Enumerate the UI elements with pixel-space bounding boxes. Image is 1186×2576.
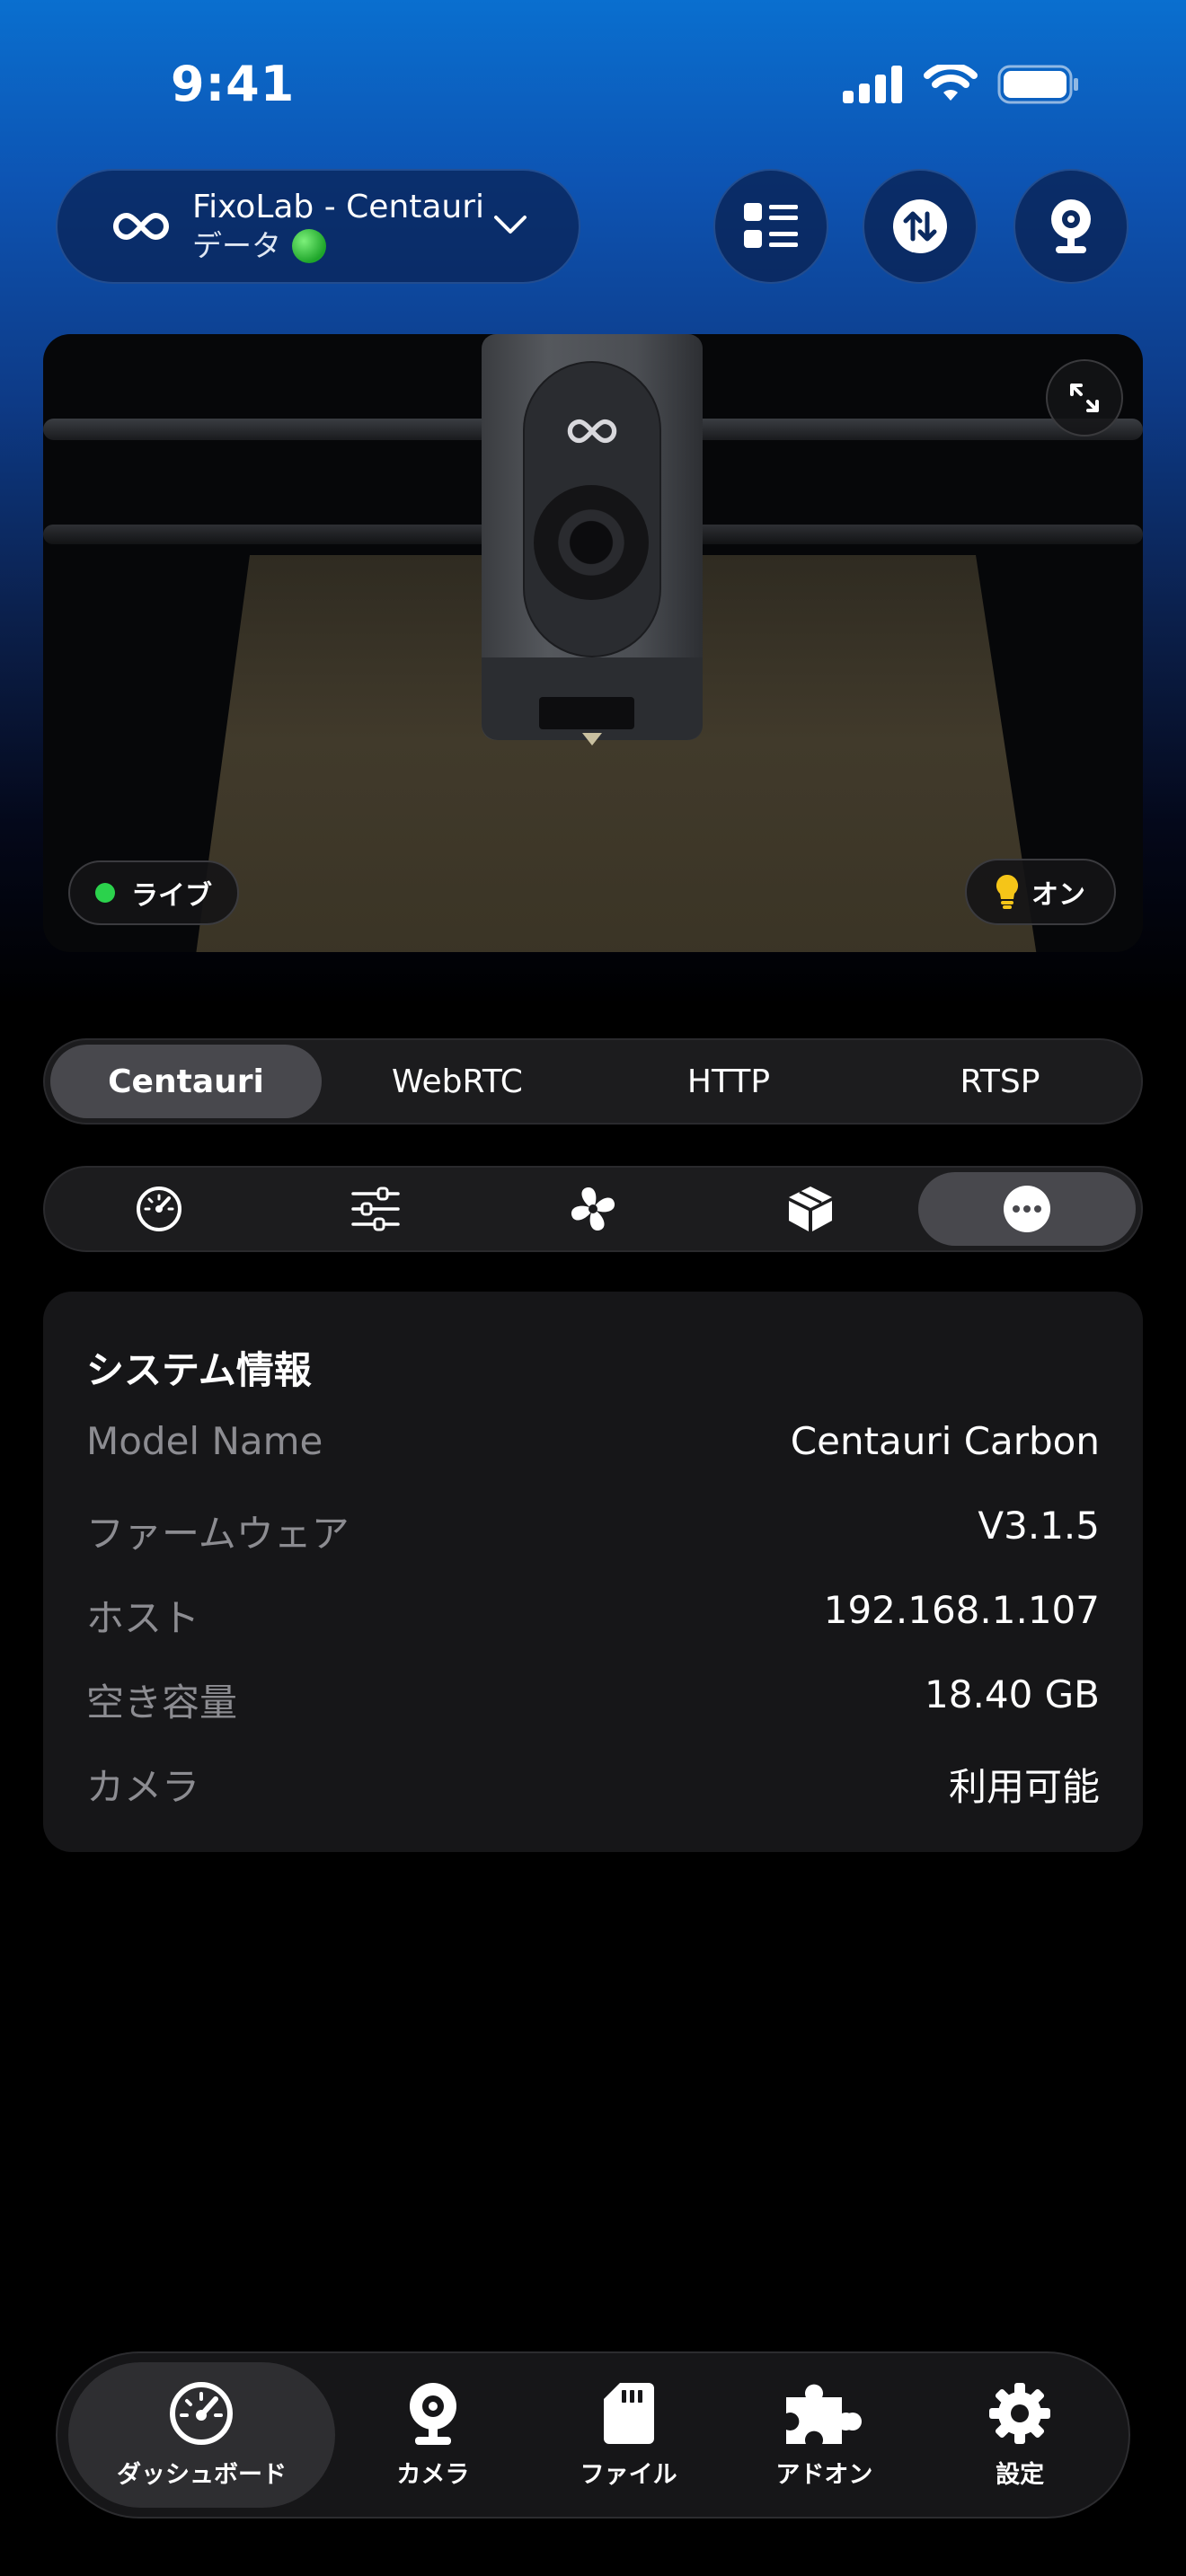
printer-selector[interactable]: FixoLab - Centauri データ [56,169,580,284]
tab-filament[interactable] [702,1172,919,1246]
webcam-button[interactable] [1013,169,1128,284]
info-row: ホスト 192.168.1.107 [86,1588,1100,1643]
speedometer-icon [136,1187,181,1231]
tab-webrtc[interactable]: WebRTC [322,1045,593,1118]
list-icon [744,203,798,248]
sd-card-icon [603,2382,654,2444]
info-value: V3.1.5 [978,1504,1100,1548]
brand-logo-icon [113,212,169,241]
printer-name: FixoLab - Centauri [192,189,485,225]
tab-centauri[interactable]: Centauri [50,1045,322,1118]
tab-fan[interactable] [484,1172,702,1246]
tabbar-files[interactable]: ファイル [531,2362,727,2508]
fullscreen-button[interactable] [1046,359,1123,437]
tabbar-label: カメラ [396,2460,470,2489]
tabbar-addons[interactable]: アドオン [726,2362,922,2508]
tab-more[interactable] [918,1172,1136,1246]
more-icon [1004,1186,1051,1232]
light-toggle[interactable]: オン [965,859,1116,925]
info-key: ファームウェア [86,1512,350,1556]
wifi-icon [924,65,978,101]
info-value: Centauri Carbon [790,1419,1100,1463]
camera-preview[interactable]: ライブ オン [43,334,1143,952]
info-key: ホスト [86,1596,200,1640]
tab-controls[interactable] [268,1172,485,1246]
cube-icon [788,1187,832,1231]
bottom-tab-bar: ダッシュボード カメラ ファイル アドオン 設定 [56,2351,1130,2519]
info-row: 空き容量 18.40 GB [86,1672,1100,1727]
cellular-signal-icon [843,66,902,103]
info-row: カメラ 利用可能 [86,1757,1100,1812]
tabbar-label: ダッシュボード [116,2460,287,2489]
tabbar-dashboard[interactable]: ダッシュボード [68,2362,335,2508]
live-dot [95,883,115,903]
gauge-icon [170,2381,234,2445]
info-row: ファームウェア V3.1.5 [86,1504,1100,1558]
stream-source-segmented-control: Centauri WebRTC HTTP RTSP [43,1038,1143,1125]
system-info-card: システム情報 Model Name Centauri Carbon ファームウェ… [43,1292,1143,1852]
fan-icon [571,1187,615,1231]
online-status-dot [292,229,326,263]
webcam-icon [1051,199,1091,253]
expand-icon [1070,384,1099,412]
info-row: Model Name Centauri Carbon [86,1419,1100,1463]
tabbar-label: 設定 [996,2460,1045,2489]
info-value: 18.40 GB [925,1672,1100,1716]
list-view-button[interactable] [713,169,828,284]
gear-icon [989,2382,1051,2444]
puzzle-icon [786,2384,863,2444]
tabbar-label: ファイル [580,2460,677,2489]
status-time: 9:41 [171,56,296,112]
info-key: Model Name [86,1419,323,1463]
card-title: システム情報 [86,1348,312,1392]
sliders-icon [351,1187,401,1231]
print-head [482,334,703,745]
printhead-logo-icon [567,419,617,444]
tabbar-settings[interactable]: 設定 [922,2362,1118,2508]
live-indicator: ライブ [68,860,239,925]
battery-icon [997,65,1078,104]
transfer-button[interactable] [863,169,978,284]
printer-status-label: データ [192,228,281,263]
status-icons [843,65,1080,104]
info-value: 利用可能 [948,1765,1100,1809]
info-value: 192.168.1.107 [823,1588,1100,1632]
info-key: 空き容量 [86,1681,238,1725]
lightbulb-icon [996,874,1019,909]
tab-rtsp[interactable]: RTSP [864,1045,1136,1118]
dashboard-section-tabs [43,1166,1143,1252]
webcam-icon [409,2382,456,2445]
tabbar-camera[interactable]: カメラ [335,2362,531,2508]
info-key: カメラ [86,1765,200,1809]
tab-http[interactable]: HTTP [593,1045,864,1118]
tabbar-label: アドオン [775,2460,873,2489]
light-label: オン [1031,879,1085,911]
chevron-down-icon [494,216,527,234]
transfer-arrows-icon [893,199,947,253]
live-label: ライブ [131,880,212,912]
tab-speed[interactable] [50,1172,268,1246]
